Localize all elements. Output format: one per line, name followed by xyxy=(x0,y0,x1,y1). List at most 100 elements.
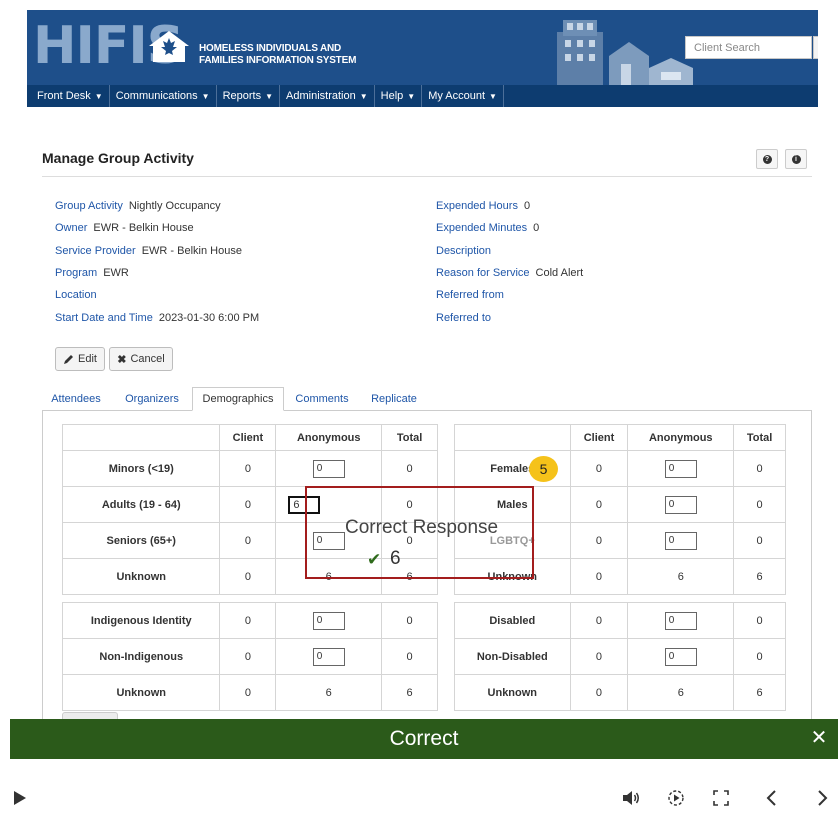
nav-label: Help xyxy=(380,90,404,102)
checkmark-icon: ✔ xyxy=(367,550,382,569)
question-icon: ? xyxy=(762,154,772,164)
nav-help[interactable]: Help ▼ xyxy=(375,85,423,107)
feedback-correct-value: 6 xyxy=(390,548,401,569)
total-value: 0 xyxy=(733,486,786,523)
row-label: Unknown xyxy=(454,674,571,711)
tab-replicate[interactable]: Replicate xyxy=(362,387,426,411)
step-badge: 5 xyxy=(529,456,558,482)
detail-value: Nightly Occupancy xyxy=(128,200,221,212)
anonymous-input[interactable]: 0 xyxy=(664,611,697,630)
result-banner: Correct ✕ xyxy=(10,719,838,759)
detail-value: EWR xyxy=(103,267,129,279)
next-button[interactable] xyxy=(812,784,834,812)
tab-attendees[interactable]: Attendees xyxy=(44,387,108,411)
fullscreen-button[interactable] xyxy=(710,784,732,812)
client-value: 0 xyxy=(219,522,277,559)
detail-program: Program EWR xyxy=(55,267,129,279)
tab-comments[interactable]: Comments xyxy=(288,387,356,411)
x-icon: ✖ xyxy=(117,353,127,366)
nav-label: Reports xyxy=(222,90,262,102)
brand-line-2: FAMILIES INFORMATION SYSTEM xyxy=(199,55,357,66)
close-icon[interactable]: ✕ xyxy=(808,727,830,749)
total-value: 0 xyxy=(381,450,438,487)
nav-reports[interactable]: Reports ▼ xyxy=(217,85,281,107)
volume-icon xyxy=(623,791,639,805)
anonymous-input[interactable]: 0 xyxy=(312,459,345,478)
chevron-down-icon: ▼ xyxy=(265,91,274,101)
anonymous-input[interactable]: 0 xyxy=(312,611,345,630)
header-total: Total xyxy=(381,424,438,451)
edit-button[interactable]: Edit xyxy=(55,347,105,371)
chevron-down-icon: ▼ xyxy=(359,91,368,101)
nav-label: Administration xyxy=(286,90,356,102)
tab-organizers[interactable]: Organizers xyxy=(116,387,188,411)
detail-expended-hours: Expended Hours 0 xyxy=(436,200,530,212)
anonymous-input[interactable]: 0 xyxy=(312,647,345,666)
table-spacer xyxy=(62,594,438,603)
client-search-input[interactable] xyxy=(685,36,812,59)
anon-value: 6 xyxy=(627,558,735,595)
row-label: Non-Indigenous xyxy=(61,638,221,675)
total-value: 0 xyxy=(733,522,786,559)
help-button[interactable]: ? xyxy=(756,149,778,169)
previous-button[interactable] xyxy=(760,784,782,812)
cancel-button[interactable]: ✖ Cancel xyxy=(109,347,173,371)
client-value: 0 xyxy=(569,522,629,559)
volume-button[interactable] xyxy=(620,784,642,812)
detail-location: Location xyxy=(55,289,103,301)
play-icon xyxy=(14,791,26,805)
client-value: 0 xyxy=(569,602,629,639)
chevron-down-icon: ▼ xyxy=(489,91,497,101)
header-total: Total xyxy=(733,424,786,451)
nav-communications[interactable]: Communications ▼ xyxy=(110,85,217,107)
nav-label: Communications xyxy=(115,90,198,102)
play-button[interactable] xyxy=(10,784,30,812)
search-button[interactable] xyxy=(813,36,818,59)
client-value: 0 xyxy=(219,558,277,595)
header-client: Client xyxy=(569,424,629,451)
main-nav: Front Desk ▼ Communications ▼ Reports ▼ Adm… xyxy=(27,85,818,107)
anonymous-input[interactable]: 0 xyxy=(664,647,697,666)
nav-front-desk[interactable]: Front Desk ▼ xyxy=(31,85,110,107)
cancel-label: Cancel xyxy=(130,353,165,365)
total-value: 6 xyxy=(381,674,438,711)
anonymous-input[interactable]: 0 xyxy=(664,495,697,514)
table-header: Client Anonymous Total xyxy=(454,424,786,451)
info-button[interactable]: i xyxy=(785,149,807,169)
detail-key: Location xyxy=(55,289,97,301)
spacer-cell xyxy=(454,594,786,603)
total-value: 0 xyxy=(733,602,786,639)
detail-referred-to: Referred to xyxy=(436,312,497,324)
tab-demographics[interactable]: Demographics xyxy=(192,387,284,411)
header-anonymous: Anonymous xyxy=(275,424,383,451)
detail-value: 0 xyxy=(523,200,531,212)
detail-referred-from: Referred from xyxy=(436,289,510,301)
detail-expended-minutes: Expended Minutes 0 xyxy=(436,222,539,234)
total-value: 6 xyxy=(733,674,786,711)
anonymous-input[interactable]: 0 xyxy=(664,531,697,550)
nav-label: My Account xyxy=(428,90,486,102)
speed-icon xyxy=(668,790,684,806)
detail-key: Service Provider xyxy=(55,245,136,257)
playback-speed-button[interactable] xyxy=(665,784,687,812)
nav-administration[interactable]: Administration ▼ xyxy=(280,85,375,107)
table-spacer xyxy=(454,594,786,603)
nav-label: Front Desk xyxy=(37,90,91,102)
chevron-down-icon: ▼ xyxy=(94,91,103,101)
tab-bar: Attendees Organizers Demographics Commen… xyxy=(42,387,812,411)
detail-key: Expended Hours xyxy=(436,200,518,212)
detail-start-date: Start Date and Time 2023-01-30 6:00 PM xyxy=(55,312,259,324)
nav-my-account[interactable]: My Account ▼ xyxy=(422,85,504,107)
client-value: 0 xyxy=(219,638,277,675)
client-value: 0 xyxy=(569,558,629,595)
page-title: Manage Group Activity xyxy=(42,150,194,166)
chevron-down-icon: ▼ xyxy=(407,91,416,101)
anon-cell: 0 xyxy=(627,602,735,639)
anonymous-input[interactable]: 0 xyxy=(664,459,697,478)
table-row: Unknown 0 6 6 xyxy=(454,674,786,711)
detail-key: Description xyxy=(436,245,492,257)
anon-cell: 0 xyxy=(627,522,735,559)
app-header: HIFIS HOMELESS INDIVIDUALS AND FAMILIES … xyxy=(27,10,818,85)
detail-key: Referred from xyxy=(436,289,504,301)
total-value: 0 xyxy=(733,638,786,675)
